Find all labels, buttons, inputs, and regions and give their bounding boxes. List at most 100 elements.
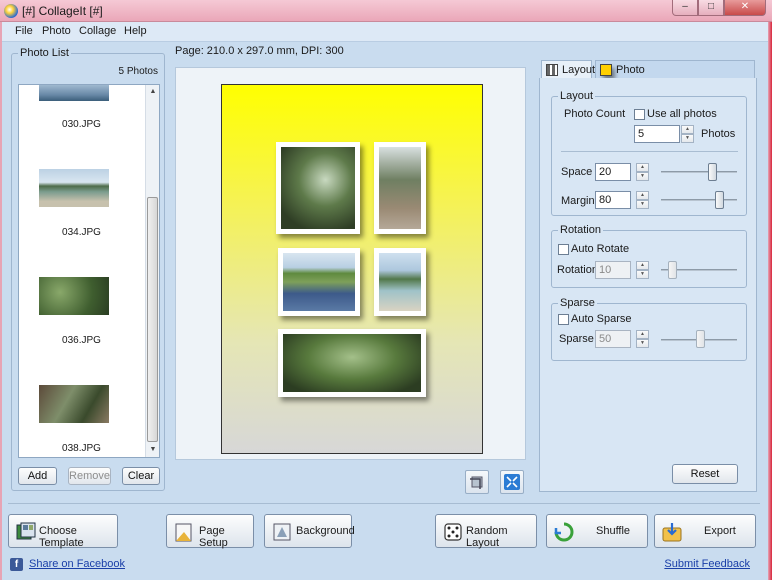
photo-icon (600, 64, 612, 76)
collage-photo[interactable] (276, 142, 360, 234)
crop-icon (470, 476, 483, 489)
photo-thumbnail-list[interactable]: 030.JPG 034.JPG 036.JPG 038.JPG ▲ ▼ (18, 84, 160, 458)
rotation-label: Rotation (557, 264, 598, 276)
photos-unit-label: Photos (701, 128, 736, 140)
bottom-divider (8, 503, 760, 504)
stepper-up-icon[interactable]: ▲ (681, 125, 694, 134)
sparse-group-title: Sparse (558, 297, 597, 309)
crop-tool-button[interactable] (465, 470, 489, 494)
photo-list-scrollbar[interactable]: ▲ ▼ (145, 85, 159, 457)
auto-sparse-label: Auto Sparse (571, 313, 632, 325)
rotation-slider-knob[interactable] (668, 261, 677, 279)
fit-view-button[interactable] (500, 470, 524, 494)
stepper-up-icon[interactable]: ▲ (636, 163, 649, 172)
choose-template-button[interactable]: Choose Template (8, 514, 118, 549)
expand-icon (504, 474, 520, 490)
rotation-group-title: Rotation (558, 224, 603, 236)
add-photo-button[interactable]: Add (18, 467, 57, 485)
clear-photos-button[interactable]: Clear (122, 467, 160, 485)
stepper-up-icon[interactable]: ▲ (636, 191, 649, 200)
scrollbar-thumb[interactable] (147, 197, 158, 442)
submit-feedback-link[interactable]: Submit Feedback (664, 558, 750, 570)
choose-template-label: Choose Template (39, 525, 84, 549)
margin-label: Margin (561, 195, 595, 207)
photo-filename: 038.JPG (62, 443, 101, 454)
random-layout-button[interactable]: Random Layout (435, 514, 537, 549)
stepper-up-icon[interactable]: ▲ (636, 330, 649, 339)
photo-count-stepper[interactable]: ▲ ▼ (681, 125, 694, 143)
tab-photo[interactable]: Photo (595, 60, 755, 79)
layout-divider (561, 151, 738, 152)
close-button[interactable]: ✕ (724, 0, 766, 16)
remove-photo-button[interactable]: Remove (68, 467, 111, 485)
collage-photo[interactable] (278, 248, 360, 316)
reset-button[interactable]: Reset (672, 464, 738, 484)
facebook-icon[interactable]: f (10, 558, 23, 571)
rotation-stepper[interactable]: ▲ ▼ (636, 261, 649, 279)
photo-count-input[interactable]: 5 (634, 125, 680, 143)
background-button[interactable]: Background (264, 514, 355, 548)
space-slider-knob[interactable] (708, 163, 717, 181)
rotation-group: Rotation (551, 224, 747, 288)
scroll-down-arrow-icon[interactable]: ▼ (146, 443, 159, 457)
shuffle-button[interactable]: Shuffle (546, 514, 648, 548)
stepper-down-icon[interactable]: ▼ (636, 172, 649, 181)
photo-thumbnail[interactable] (39, 277, 109, 315)
photo-list-group: Photo List 5 Photos 030.JPG 034.JPG 036.… (11, 47, 165, 491)
shuffle-label: Shuffle (596, 525, 631, 537)
sparse-stepper[interactable]: ▲ ▼ (636, 330, 649, 348)
collage-page[interactable] (221, 84, 483, 454)
margin-slider-track[interactable] (661, 199, 737, 201)
menu-file[interactable]: File (15, 25, 33, 37)
background-icon (273, 523, 291, 541)
margin-input[interactable]: 80 (595, 191, 631, 209)
use-all-photos-checkbox[interactable] (634, 109, 645, 120)
window-title: [#] CollageIt [#] (22, 4, 103, 18)
window-frame-right (768, 22, 772, 580)
use-all-photos-label: Use all photos (647, 108, 717, 120)
sparse-input[interactable]: 50 (595, 330, 631, 348)
menu-help[interactable]: Help (124, 25, 147, 37)
template-icon (16, 522, 36, 540)
photo-thumbnail[interactable] (39, 169, 109, 207)
auto-sparse-checkbox[interactable] (558, 314, 569, 325)
shuffle-icon (554, 522, 574, 542)
space-stepper[interactable]: ▲ ▼ (636, 163, 649, 181)
page-info: Page: 210.0 x 297.0 mm, DPI: 300 (175, 45, 344, 57)
collage-photo[interactable] (374, 142, 426, 234)
menu-bar: File Photo Collage Help (2, 22, 768, 42)
stepper-up-icon[interactable]: ▲ (636, 261, 649, 270)
share-facebook-link[interactable]: Share on Facebook (29, 558, 125, 570)
menu-collage[interactable]: Collage (79, 25, 116, 37)
photo-filename: 036.JPG (62, 335, 101, 346)
maximize-button[interactable]: □ (698, 0, 724, 16)
space-label: Space (561, 166, 593, 178)
app-logo-icon (4, 4, 18, 18)
auto-rotate-label: Auto Rotate (571, 243, 630, 255)
photo-list-title: Photo List (18, 47, 71, 59)
collage-photo[interactable] (374, 248, 426, 316)
export-button[interactable]: Export (654, 514, 756, 548)
stepper-down-icon[interactable]: ▼ (636, 339, 649, 348)
collage-photo[interactable] (278, 329, 426, 397)
stepper-down-icon[interactable]: ▼ (636, 270, 649, 279)
stepper-down-icon[interactable]: ▼ (681, 134, 694, 143)
margin-slider-knob[interactable] (715, 191, 724, 209)
photo-thumbnail[interactable] (39, 385, 109, 423)
collage-preview[interactable] (175, 67, 526, 460)
auto-rotate-checkbox[interactable] (558, 244, 569, 255)
menu-photo[interactable]: Photo (42, 25, 71, 37)
tab-layout[interactable]: Layout (541, 60, 595, 79)
window-controls: – □ ✕ (672, 0, 766, 16)
space-slider-track[interactable] (661, 171, 737, 173)
scroll-up-arrow-icon[interactable]: ▲ (146, 85, 159, 99)
page-setup-button[interactable]: Page Setup (166, 514, 254, 549)
space-input[interactable]: 20 (595, 163, 631, 181)
rotation-input[interactable]: 10 (595, 261, 631, 279)
photo-thumbnail[interactable] (39, 85, 109, 101)
minimize-button[interactable]: – (672, 0, 698, 16)
title-bar: [#] CollageIt [#] – □ ✕ (0, 0, 772, 22)
stepper-down-icon[interactable]: ▼ (636, 200, 649, 209)
margin-stepper[interactable]: ▲ ▼ (636, 191, 649, 209)
sparse-slider-knob[interactable] (696, 330, 705, 348)
